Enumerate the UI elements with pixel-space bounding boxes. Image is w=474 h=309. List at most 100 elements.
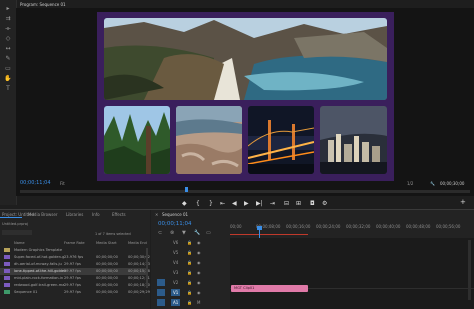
col-name[interactable]: Name <box>14 241 25 245</box>
track-header: V3 🔒 ◉ <box>173 270 201 275</box>
rectangle-icon[interactable]: ▭ <box>4 66 12 72</box>
mute-icon[interactable]: M <box>197 300 200 305</box>
wrench-icon[interactable]: 🔧 <box>430 181 435 186</box>
track-headers: V6 🔒 ◉ V5 🔒 ◉ V4 🔒 ◉ V3 🔒 ◉ V2 🔒 ◉ V1 🔒 ◉ A1 🔒 M <box>155 238 230 309</box>
lock-icon[interactable]: 🔒 <box>187 250 192 255</box>
bin-icon <box>4 248 10 252</box>
track-lanes[interactable] <box>230 238 474 309</box>
list-item[interactable]: dh-aerial-of-mcway-falls-ju 29.97 fps 00… <box>0 261 150 268</box>
redwoods-image <box>104 106 170 174</box>
tools-panel: ▸ ⇉ ⟛ ◇ ↔ ✎ ▭ ✋ T <box>0 0 17 205</box>
col-media-end[interactable]: Media End <box>128 241 147 245</box>
program-playhead[interactable] <box>185 187 188 192</box>
eye-icon[interactable]: ◉ <box>197 250 201 255</box>
time-ruler[interactable]: 00;00 00;00;08;00 00;00;16;00 00;00;24;0… <box>230 224 474 234</box>
add-marker-button[interactable]: ◆ <box>182 200 187 207</box>
hand-icon[interactable]: ✋ <box>4 76 12 82</box>
track-header: V2 🔒 ◉ <box>155 278 230 287</box>
list-item[interactable]: Super-faced-of-hot-golden-g 23.976 fps 0… <box>0 254 150 261</box>
rock-beach-image <box>176 106 242 174</box>
add-button-icon[interactable]: + <box>460 198 466 206</box>
close-tab-icon[interactable]: ✕ <box>155 212 158 217</box>
quality-dropdown[interactable]: 1/2 <box>407 181 413 186</box>
pen-icon[interactable]: ✎ <box>4 56 12 62</box>
mgt-clip[interactable]: MGT Clip01 <box>231 285 308 292</box>
track-select-icon[interactable]: ⇉ <box>4 16 12 22</box>
list-item-selected[interactable]: lone-tipped-of-the-hill-golden 29.97 fps… <box>0 268 150 275</box>
video-frame <box>97 12 394 181</box>
city-skyline-image <box>320 106 387 174</box>
active-tab-underline <box>0 217 22 218</box>
clip-icon <box>4 255 10 259</box>
eye-icon[interactable]: ◉ <box>197 240 201 245</box>
lock-icon[interactable]: 🔒 <box>187 260 192 265</box>
settings-icon[interactable]: ⚙ <box>322 200 327 207</box>
tab-info[interactable]: Info <box>92 212 100 217</box>
program-duration: 00;00;30;00 <box>440 181 465 186</box>
project-column-headers: Name Frame Rate Media Start Media End <box>0 240 150 246</box>
track-header: A1 🔒 M <box>155 298 230 307</box>
lock-icon[interactable]: 🔒 <box>187 290 192 295</box>
clip-icon <box>4 276 10 280</box>
selection-icon[interactable]: ▸ <box>4 6 12 12</box>
play-icon[interactable]: ▶ <box>244 200 249 207</box>
clip-label: MGT Clip01 <box>234 286 255 290</box>
slip-icon[interactable]: ↔ <box>4 46 12 52</box>
razor-icon[interactable]: ◇ <box>4 36 12 42</box>
timeline-vertical-scrollbar[interactable] <box>468 240 471 300</box>
marker-icon[interactable]: ▼ <box>182 230 186 236</box>
ripple-icon[interactable]: ⟛ <box>4 26 12 32</box>
source-patch[interactable] <box>157 299 165 306</box>
project-scrollbar[interactable] <box>146 248 148 288</box>
lock-icon[interactable]: 🔒 <box>187 270 192 275</box>
linked-icon[interactable]: ⊗ <box>170 230 174 236</box>
track-header: V4 🔒 ◉ <box>173 260 201 265</box>
project-list: Modern Graphics Template Super-faced-of-… <box>0 247 150 305</box>
mark-out-button[interactable]: } <box>209 200 213 207</box>
col-media-start[interactable]: Media Start <box>96 241 117 245</box>
golden-gate-night-image <box>248 106 314 174</box>
tab-libraries[interactable]: Libraries <box>66 212 83 217</box>
program-scrubber[interactable] <box>20 190 470 193</box>
project-name: Untitled.prproj <box>2 222 28 226</box>
mark-in-button[interactable]: { <box>196 200 200 207</box>
go-to-out-icon[interactable]: ⇥ <box>270 200 275 207</box>
playhead-handle[interactable] <box>257 226 262 230</box>
tab-sequence-01[interactable]: Sequence 01 <box>162 212 188 217</box>
captions-icon[interactable]: ▭ <box>206 230 211 236</box>
fit-dropdown[interactable]: Fit <box>60 181 65 186</box>
lock-icon[interactable]: 🔒 <box>187 300 192 305</box>
clip-icon <box>4 283 10 287</box>
col-frame-rate[interactable]: Frame Rate <box>64 241 85 245</box>
camera-icon[interactable]: ◘ <box>310 200 315 207</box>
eye-icon[interactable]: ◉ <box>197 260 201 265</box>
project-search-input[interactable] <box>2 230 32 235</box>
clip-icon <box>4 262 10 266</box>
tab-effects[interactable]: Effects <box>112 212 126 217</box>
step-forward-icon[interactable]: ▶| <box>256 200 263 207</box>
coast-image <box>104 18 387 100</box>
program-timecode[interactable]: 00;00;11;04 <box>20 180 51 186</box>
tab-media-browser[interactable]: Media Browser <box>28 212 58 217</box>
sequence-timecode[interactable]: 00;00;11;04 <box>158 221 192 227</box>
type-icon[interactable]: T <box>4 86 12 92</box>
track-header: V1 🔒 ◉ <box>155 288 230 297</box>
source-patch[interactable] <box>157 289 165 296</box>
list-item[interactable]: Sequence 01 29.97 fps 00;00;00;00 00;00;… <box>0 289 150 296</box>
lock-icon[interactable]: 🔒 <box>187 240 192 245</box>
snap-icon[interactable]: ⊂ <box>158 230 162 236</box>
lock-icon[interactable]: 🔒 <box>187 280 192 285</box>
lift-icon[interactable]: ⊟ <box>284 200 289 207</box>
list-item[interactable]: redwood-golf-trail-green-ma 29.97 fps 00… <box>0 282 150 289</box>
step-back-icon[interactable]: ◀ <box>232 200 237 207</box>
extract-icon[interactable]: ⊞ <box>296 200 301 207</box>
list-item[interactable]: mid-plain-rock-formation-in 29.97 fps 00… <box>0 275 150 282</box>
source-patch[interactable] <box>157 279 165 286</box>
eye-icon[interactable]: ◉ <box>197 290 201 295</box>
eye-icon[interactable]: ◉ <box>197 280 201 285</box>
track-header: V5 🔒 ◉ <box>173 250 201 255</box>
eye-icon[interactable]: ◉ <box>197 270 201 275</box>
list-item[interactable]: Modern Graphics Template <box>0 247 148 254</box>
wrench-icon[interactable]: 🔧 <box>194 230 200 236</box>
go-to-in-icon[interactable]: ⇤ <box>220 200 225 207</box>
